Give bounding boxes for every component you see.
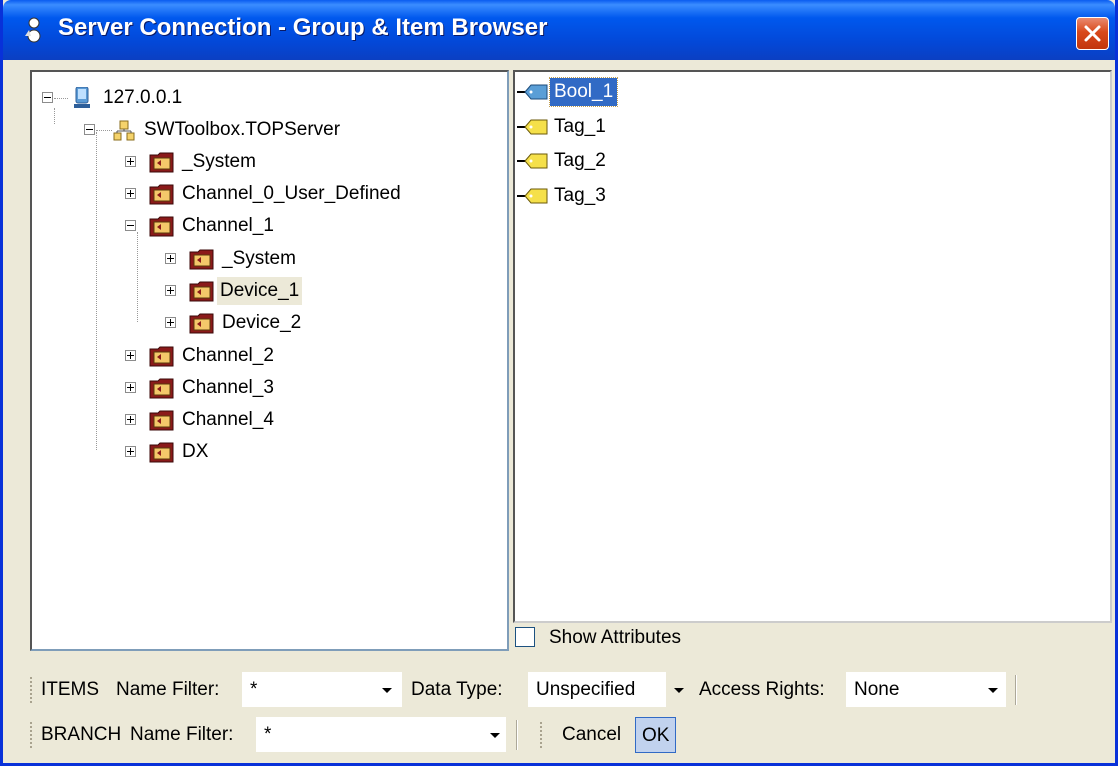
- expand-toggle[interactable]: [125, 350, 136, 361]
- expand-toggle[interactable]: [165, 285, 176, 296]
- window-title: Server Connection - Group & Item Browser: [58, 14, 548, 41]
- title-bar[interactable]: Server Connection - Group & Item Browser: [3, 0, 1115, 60]
- tree-node-label: Channel_1: [182, 215, 274, 236]
- toolbar-grip[interactable]: [30, 677, 35, 703]
- collapse-toggle[interactable]: [42, 92, 53, 103]
- folder-icon: [149, 410, 174, 431]
- tree-node-label: 127.0.0.1: [103, 87, 183, 108]
- item-label: Bool_1: [548, 77, 619, 107]
- branch-prefix-label: BRANCH: [41, 724, 122, 745]
- toolbar-separator: [516, 720, 518, 750]
- toolbar-grip[interactable]: [540, 722, 545, 748]
- folder-icon: [149, 378, 174, 399]
- tag-icon: [517, 119, 548, 135]
- tree-line: [54, 108, 55, 124]
- item-label: Tag_3: [554, 185, 606, 206]
- branch-name-filter-combo[interactable]: *: [256, 717, 506, 752]
- items-filter-toolbar: ITEMS Name Filter: * Data Type: Unspecif…: [28, 669, 1098, 711]
- items-name-filter-value: *: [250, 679, 258, 700]
- expand-toggle[interactable]: [165, 317, 176, 328]
- folder-icon: [189, 313, 214, 334]
- folder-icon: [189, 281, 214, 302]
- branch-name-filter-value: *: [264, 724, 272, 745]
- plus-icon: [127, 352, 134, 359]
- tree-node-label: SWToolbox.TOPServer: [144, 119, 341, 140]
- app-icon: [25, 17, 41, 43]
- plus-icon: [127, 416, 134, 423]
- collapse-toggle[interactable]: [84, 124, 95, 135]
- item-label: Tag_2: [554, 150, 606, 171]
- computer-icon: [74, 87, 90, 108]
- toolbar-separator: [1015, 675, 1017, 705]
- chevron-down-icon[interactable]: [674, 688, 684, 693]
- tag-icon: [517, 84, 548, 100]
- tree-node-label: Device_2: [222, 312, 302, 333]
- plus-icon: [167, 319, 174, 326]
- minus-icon: [86, 129, 93, 130]
- minus-icon: [127, 225, 134, 226]
- folder-icon: [189, 249, 214, 270]
- tree-line: [96, 132, 97, 450]
- folder-icon: [149, 346, 174, 367]
- plus-icon: [167, 255, 174, 262]
- branch-name-filter-label: Name Filter:: [130, 724, 234, 745]
- plus-icon: [127, 190, 134, 197]
- expand-toggle[interactable]: [125, 156, 136, 167]
- items-name-filter-label: Name Filter:: [116, 679, 220, 700]
- close-icon: [1084, 25, 1101, 42]
- items-list[interactable]: Bool_1 Tag_1 Tag_2 Tag_3: [513, 70, 1112, 623]
- toolbar-grip[interactable]: [30, 722, 35, 748]
- plus-icon: [127, 384, 134, 391]
- tree-node-label: Device_1: [217, 277, 303, 305]
- ok-button[interactable]: OK: [635, 717, 677, 753]
- collapse-toggle[interactable]: [125, 220, 136, 231]
- browser-dialog: Server Connection - Group & Item Browser…: [0, 0, 1118, 766]
- expand-toggle[interactable]: [125, 188, 136, 199]
- chevron-down-icon[interactable]: [382, 688, 392, 693]
- folder-icon: [149, 152, 174, 173]
- close-button[interactable]: [1076, 17, 1109, 50]
- tag-icon: [517, 153, 548, 169]
- data-type-label: Data Type:: [411, 679, 503, 700]
- tree-node-label: _System: [222, 248, 296, 269]
- plus-icon: [127, 158, 134, 165]
- expand-toggle[interactable]: [125, 446, 136, 457]
- plus-icon: [127, 448, 134, 455]
- chevron-down-icon[interactable]: [988, 688, 998, 693]
- folder-icon: [149, 442, 174, 463]
- tree-node-label: Channel_2: [182, 345, 274, 366]
- branch-tree[interactable]: 127.0.0.1 SWToolbox.TOPServer _System Ch…: [30, 70, 509, 651]
- folder-icon: [149, 216, 174, 237]
- expand-toggle[interactable]: [165, 253, 176, 264]
- tree-node-label: Channel_3: [182, 377, 274, 398]
- tree-node-label: Channel_0_User_Defined: [182, 183, 401, 204]
- access-rights-combo[interactable]: None: [846, 672, 1006, 707]
- tag-icon: [517, 188, 548, 204]
- show-attributes-checkbox[interactable]: [515, 627, 535, 647]
- expand-toggle[interactable]: [125, 382, 136, 393]
- expand-toggle[interactable]: [125, 414, 136, 425]
- data-type-value: Unspecified: [536, 679, 636, 700]
- minus-icon: [44, 97, 51, 98]
- data-type-combo[interactable]: Unspecified: [528, 672, 684, 707]
- access-rights-value: None: [854, 679, 900, 700]
- branch-filter-toolbar: BRANCH Name Filter: * Cancel OK: [28, 714, 1098, 756]
- access-rights-label: Access Rights:: [699, 679, 825, 700]
- tree-node-label: DX: [182, 441, 209, 462]
- item-label: Tag_1: [554, 116, 606, 137]
- server-icon: [113, 120, 135, 141]
- cancel-button[interactable]: Cancel: [562, 724, 621, 746]
- plus-icon: [167, 287, 174, 294]
- tree-line: [137, 232, 138, 322]
- items-prefix-label: ITEMS: [41, 679, 100, 700]
- tree-node-label: _System: [182, 151, 256, 172]
- tree-node-label: Channel_4: [182, 409, 274, 430]
- items-name-filter-combo[interactable]: *: [242, 672, 402, 707]
- chevron-down-icon[interactable]: [490, 733, 500, 738]
- folder-icon: [149, 184, 174, 205]
- show-attributes-label: Show Attributes: [549, 627, 682, 648]
